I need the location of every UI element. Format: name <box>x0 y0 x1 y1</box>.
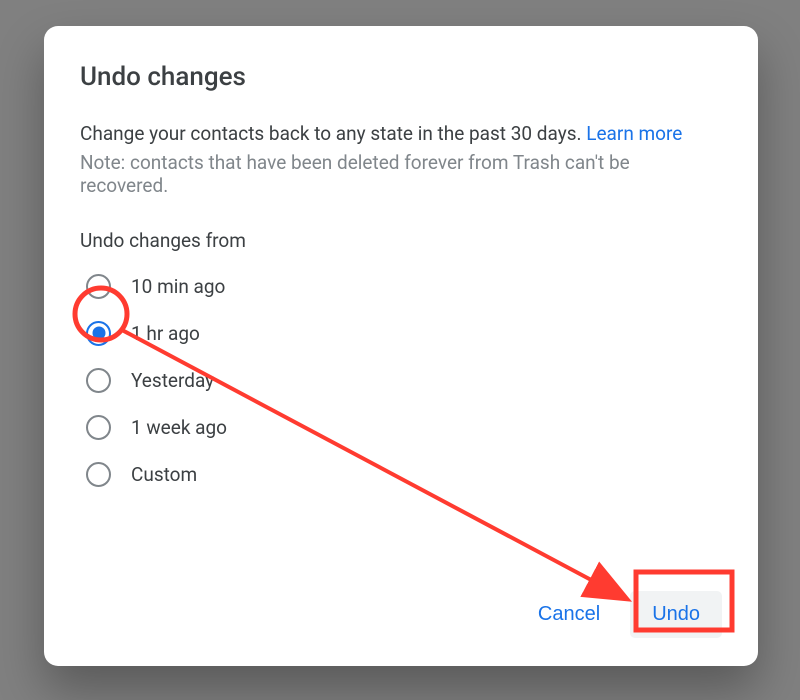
radio-label: Custom <box>131 463 197 486</box>
cancel-button[interactable]: Cancel <box>516 591 622 638</box>
dialog-title: Undo changes <box>80 62 722 92</box>
dialog-button-row: Cancel Undo <box>516 591 722 638</box>
radio-icon <box>86 368 111 393</box>
radio-group-undo-from: 10 min ago 1 hr ago Yesterday 1 week ago… <box>80 274 722 487</box>
radio-label: Yesterday <box>131 369 214 392</box>
radio-icon <box>86 462 111 487</box>
learn-more-link[interactable]: Learn more <box>586 122 682 145</box>
undo-changes-dialog: Undo changes Change your contacts back t… <box>44 26 758 666</box>
undo-button[interactable]: Undo <box>630 591 722 638</box>
radio-label: 1 hr ago <box>131 322 200 345</box>
radio-option-10-min[interactable]: 10 min ago <box>86 274 722 299</box>
radio-label: 1 week ago <box>131 416 227 439</box>
radio-option-1-hr[interactable]: 1 hr ago <box>86 321 722 346</box>
radio-icon <box>86 415 111 440</box>
section-label: Undo changes from <box>80 229 722 252</box>
radio-option-custom[interactable]: Custom <box>86 462 722 487</box>
radio-icon <box>86 274 111 299</box>
description-text: Change your contacts back to any state i… <box>80 122 586 145</box>
radio-option-yesterday[interactable]: Yesterday <box>86 368 722 393</box>
dialog-note: Note: contacts that have been deleted fo… <box>80 151 722 197</box>
radio-icon <box>86 321 111 346</box>
dialog-description: Change your contacts back to any state i… <box>80 120 722 149</box>
radio-label: 10 min ago <box>131 275 225 298</box>
radio-option-1-week[interactable]: 1 week ago <box>86 415 722 440</box>
